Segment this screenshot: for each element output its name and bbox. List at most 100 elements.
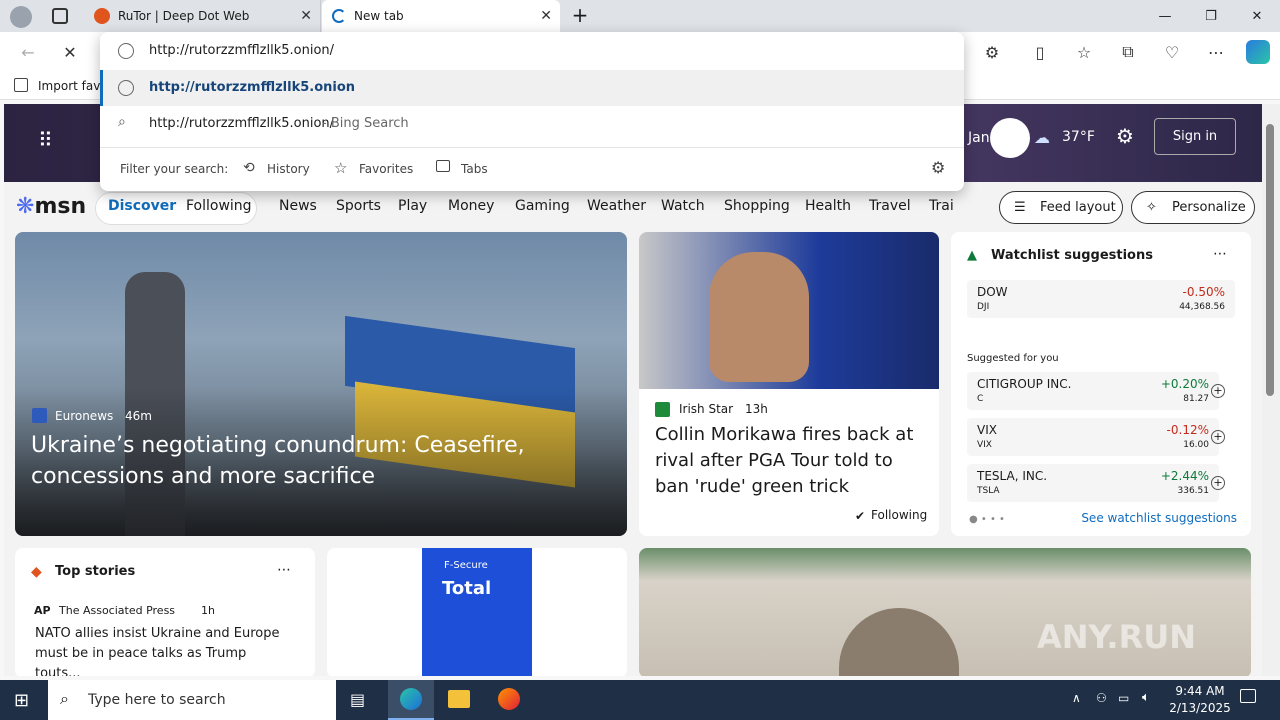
settings-gear-icon[interactable]: ⚙	[931, 158, 945, 177]
suggestion-bing-search[interactable]: ⌕ http://rutorzzmfflzllk5.onion/ - Bing …	[100, 106, 964, 142]
collections-icon[interactable]: ⧉	[1116, 40, 1140, 64]
file-explorer-icon[interactable]	[448, 690, 470, 708]
tab-actions-icon[interactable]	[52, 8, 68, 24]
stock-value: 44,368.56	[1179, 302, 1225, 312]
golfer-photo	[639, 232, 939, 389]
add-stock-icon[interactable]: +	[1211, 430, 1225, 444]
sign-in-button[interactable]: Sign in	[1154, 118, 1236, 155]
suggested-label: Suggested for you	[967, 353, 1059, 364]
top-stories-title: Top stories	[55, 564, 136, 579]
restore-button[interactable]: ❐	[1188, 0, 1234, 32]
windows-taskbar: ⊞ ⌕ Type here to search ▤ ∧ ⚇ ▭ 🔈︎ 9:44 …	[0, 680, 1280, 720]
story-card[interactable]: Irish Star 13h Collin Morikawa fires bac…	[639, 232, 939, 536]
story-headline[interactable]: NATO allies insist Ukraine and Europe mu…	[35, 624, 295, 676]
favorites-star-icon[interactable]: ☆	[1072, 40, 1096, 64]
show-hidden-icons[interactable]: ∧	[1072, 691, 1081, 705]
stock-value: 336.51	[1177, 486, 1210, 496]
search-icon: ⌕	[118, 114, 126, 130]
stock-row-vix[interactable]: VIX VIX -0.12% 16.00	[967, 418, 1219, 456]
extensions-icon[interactable]: ⚙	[980, 40, 1004, 64]
story-headline[interactable]: Ukraine’s negotiating conundrum: Ceasefi…	[31, 430, 591, 492]
photo-story-card[interactable]: ANY.RUN	[639, 548, 1251, 676]
new-tab-button[interactable]: +	[568, 4, 592, 28]
notifications-icon[interactable]	[1240, 689, 1256, 703]
copilot-icon[interactable]	[1246, 40, 1270, 64]
more-options-icon[interactable]: ⋯	[1213, 246, 1227, 262]
scrollbar-thumb[interactable]	[1266, 124, 1274, 396]
edge-logo-icon	[400, 688, 422, 710]
task-view-icon[interactable]: ▤	[350, 690, 365, 709]
clock-date[interactable]: 2/13/2025	[1168, 701, 1232, 715]
clock-time[interactable]: 9:44 AM	[1172, 684, 1228, 698]
taskbar-search-box[interactable]: ⌕ Type here to search	[48, 680, 336, 720]
nav-play[interactable]: Play	[398, 198, 427, 214]
filter-tabs[interactable]: Tabs	[461, 162, 488, 176]
history-icon: ⟲	[243, 160, 255, 176]
copilot-bubble-icon[interactable]	[990, 118, 1030, 158]
minimize-button[interactable]: —	[1142, 0, 1188, 32]
nav-money[interactable]: Money	[448, 198, 494, 214]
temperature[interactable]: 37°F	[1062, 129, 1095, 145]
network-icon[interactable]: ⚇	[1096, 691, 1107, 705]
stop-icon[interactable]: ✕	[58, 40, 82, 64]
more-options-icon[interactable]: ⋯	[277, 562, 291, 578]
nav-news[interactable]: News	[279, 198, 317, 214]
pagination-dots[interactable]: ● • • •	[969, 514, 1005, 525]
nav-trai[interactable]: Trai	[929, 198, 954, 214]
taskbar-search-placeholder: Type here to search	[88, 692, 226, 708]
ad-card[interactable]: F-Secure Total	[327, 548, 627, 676]
nav-shopping[interactable]: Shopping	[724, 198, 790, 214]
nav-discover[interactable]: Discover	[108, 198, 176, 214]
msn-logo[interactable]: ❋msn	[16, 194, 86, 219]
split-screen-icon[interactable]: ▯	[1028, 40, 1052, 64]
close-tab-icon[interactable]: ✕	[540, 8, 552, 24]
suggestion-text: http://rutorzzmfflzllk5.onion	[149, 80, 356, 95]
close-window-button[interactable]: ✕	[1234, 0, 1280, 32]
profile-avatar[interactable]	[10, 6, 32, 28]
lead-story-card[interactable]: Euronews 46m Ukraine’s negotiating conun…	[15, 232, 627, 536]
address-input-row[interactable]: http://rutorzzmfflzllk5.onion/	[100, 32, 964, 70]
settings-icon[interactable]: ⚙	[1116, 124, 1134, 148]
watchlist-card: ▲ Watchlist suggestions ⋯ DOW DJI -0.50%…	[951, 232, 1251, 536]
browser-essentials-icon[interactable]: ♡	[1160, 40, 1184, 64]
nav-gaming[interactable]: Gaming	[515, 198, 570, 214]
stock-row-citigroup[interactable]: CITIGROUP INC. C +0.20% 81.27	[967, 372, 1219, 410]
see-watchlist-link[interactable]: See watchlist suggestions	[1081, 511, 1237, 525]
address-input[interactable]: http://rutorzzmfflzllk5.onion/	[149, 43, 334, 58]
ethernet-icon[interactable]: ▭	[1118, 691, 1129, 705]
page-scrollbar[interactable]	[1262, 104, 1280, 676]
nav-weather[interactable]: Weather	[587, 198, 646, 214]
stock-ticker: DJI	[977, 302, 990, 312]
stock-row-tesla[interactable]: TESLA, INC. TSLA +2.44% 336.51	[967, 464, 1219, 502]
firefox-icon[interactable]	[498, 688, 520, 710]
nav-watch[interactable]: Watch	[661, 198, 705, 214]
nav-health[interactable]: Health	[805, 198, 851, 214]
close-tab-icon[interactable]: ✕	[300, 8, 312, 24]
msn-logo-text: msn	[34, 194, 87, 219]
following-label[interactable]: Following	[871, 508, 927, 522]
apps-grid-icon[interactable]: ⠿	[38, 128, 53, 152]
stock-row-dow[interactable]: DOW DJI -0.50% 44,368.56	[967, 280, 1235, 318]
windows-start-icon[interactable]: ⊞	[14, 690, 34, 711]
nav-following[interactable]: Following	[186, 198, 252, 214]
tabs-icon	[436, 160, 450, 172]
volume-icon[interactable]: 🔈︎	[1142, 690, 1150, 705]
feed-layout-button[interactable]: ☰ Feed layout	[999, 191, 1123, 224]
tab-rutor[interactable]: RuTor | Deep Dot Web ✕	[84, 0, 321, 32]
add-stock-icon[interactable]: +	[1211, 384, 1225, 398]
filter-favorites[interactable]: Favorites	[359, 162, 413, 176]
nav-sports[interactable]: Sports	[336, 198, 381, 214]
tab-strip: RuTor | Deep Dot Web ✕ New tab ✕ + — ❐ ✕	[0, 0, 1280, 32]
tab-new[interactable]: New tab ✕	[322, 0, 560, 32]
back-icon[interactable]: ←	[16, 40, 40, 64]
edge-taskbar-icon[interactable]	[388, 680, 434, 720]
nav-travel[interactable]: Travel	[869, 198, 911, 214]
suggestion-text: http://rutorzzmfflzllk5.onion/	[149, 116, 335, 131]
personalize-button[interactable]: ✧ Personalize	[1131, 191, 1255, 224]
story-headline[interactable]: Collin Morikawa fires back at rival afte…	[655, 422, 925, 500]
more-menu-icon[interactable]: ⋯	[1204, 40, 1228, 64]
add-stock-icon[interactable]: +	[1211, 476, 1225, 490]
suggestion-url[interactable]: http://rutorzzmfflzllk5.onion	[100, 70, 964, 106]
import-favorites-link[interactable]: Import favo	[38, 79, 108, 93]
filter-history[interactable]: History	[267, 162, 310, 176]
